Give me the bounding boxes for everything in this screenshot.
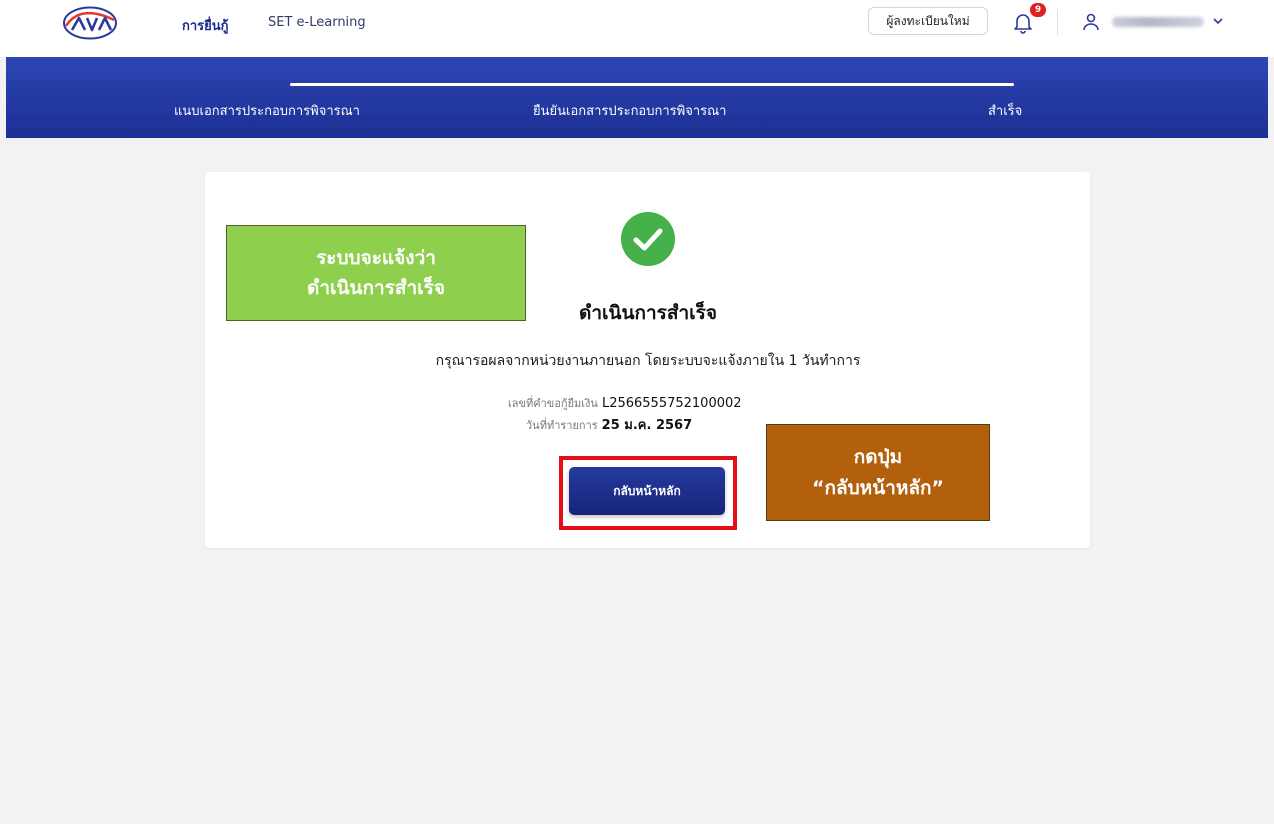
annotation-click-line-2: “กลับหน้าหลัก” [811,476,945,499]
logo-icon[interactable] [62,6,118,40]
new-registrant-button[interactable]: ผู้ลงทะเบียนใหม่ [868,7,988,35]
transaction-date-value: 25 ม.ค. 2567 [601,418,693,433]
nav-link-loan-application[interactable]: การยื่นกู้ [182,15,229,36]
nav-link-set-elearning[interactable]: SET e-Learning [268,15,366,30]
progress-stepper: แนบเอกสารประกอบการพิจารณา ยืนยันเอกสารปร… [6,57,1268,138]
step-attach-documents: แนบเอกสารประกอบการพิจารณา [174,104,360,119]
success-check-icon [621,212,675,266]
annotation-click-line-1: กดปุ่ม [853,446,903,469]
annotation-success-line-2: ดำเนินการสำเร็จ [307,277,445,299]
transaction-date-row: วันที่ทำรายการ 25 ม.ค. 2567 [526,414,692,435]
notification-count-badge: 9 [1030,3,1046,17]
user-icon[interactable] [1082,12,1100,32]
step-confirm-documents: ยืนยันเอกสารประกอบการพิจารณา [533,104,727,119]
result-description: กรุณารอผลจากหน่วยงานภายนอก โดยระบบจะแจ้ง… [435,353,861,369]
success-title: ดำเนินการสำเร็จ [579,302,717,324]
user-name-blurred[interactable] [1112,17,1204,27]
annotation-click-home-note: กดปุ่ม “กลับหน้าหลัก” [766,424,990,521]
loan-number-value: L2566555752100002 [601,396,742,411]
loan-number-row: เลขที่คำขอกู้ยืมเงิน L2566555752100002 [508,394,742,412]
top-navigation: การยื่นกู้ SET e-Learning ผู้ลงทะเบียนให… [0,0,1274,57]
annotation-success-note: ระบบจะแจ้งว่า ดำเนินการสำเร็จ [226,225,526,321]
transaction-date-label: วันที่ทำรายการ [526,419,598,432]
annotation-success-line-1: ระบบจะแจ้งว่า [316,246,436,269]
nav-divider [1057,9,1058,35]
step-success: สำเร็จ [988,104,1023,119]
back-to-home-button[interactable]: กลับหน้าหลัก [569,467,725,515]
chevron-down-icon[interactable] [1212,15,1224,27]
stepper-progress-line [290,83,1014,86]
loan-number-label: เลขที่คำขอกู้ยืมเงิน [508,397,598,410]
